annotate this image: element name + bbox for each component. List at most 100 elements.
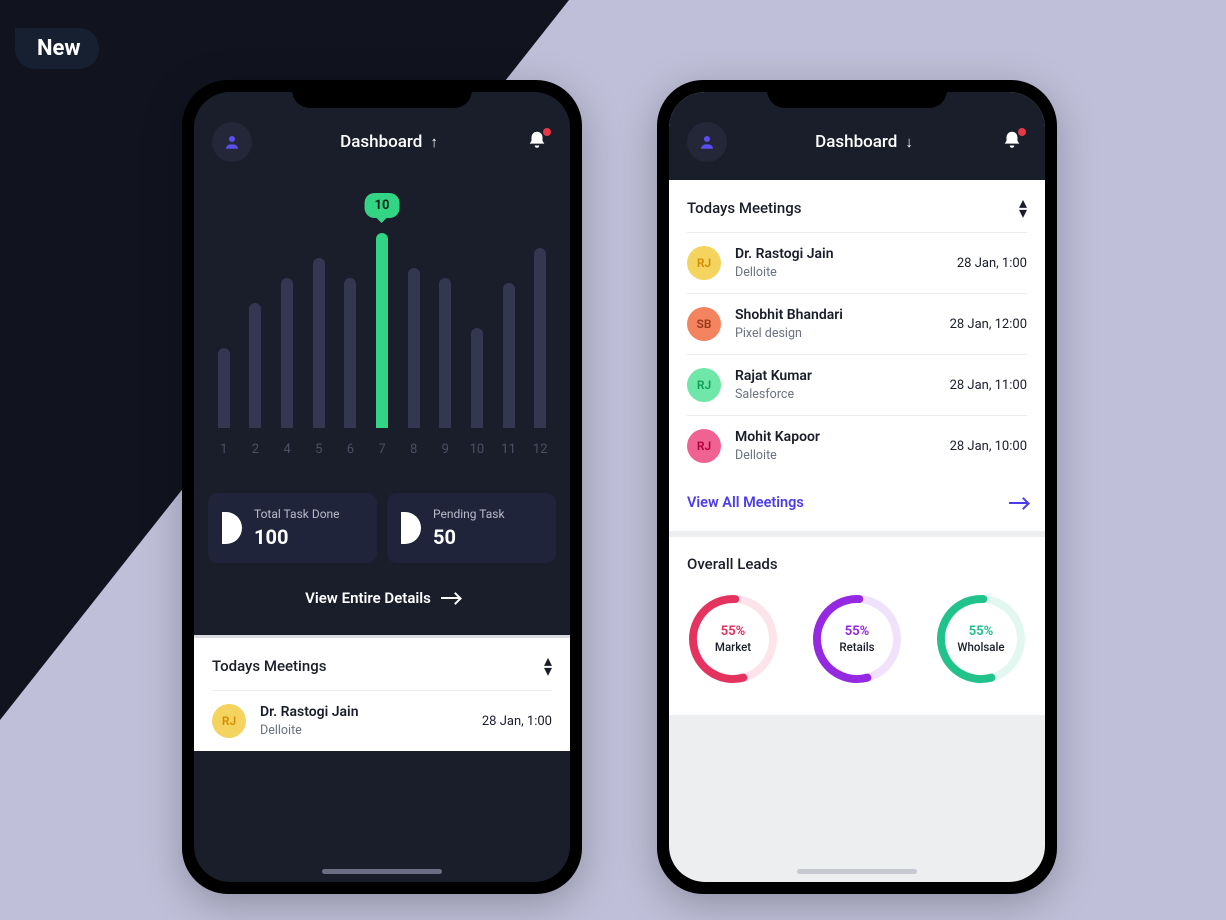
notifications-button[interactable] bbox=[526, 129, 552, 155]
meeting-row[interactable]: SB Shobhit Bhandari Pixel design 28 Jan, 12… bbox=[687, 293, 1027, 354]
profile-button[interactable] bbox=[212, 122, 252, 162]
chart-bar[interactable] bbox=[218, 348, 230, 428]
chart-bar[interactable] bbox=[534, 248, 546, 428]
view-entire-details-button[interactable]: View Entire Details bbox=[194, 563, 570, 635]
chart-x-label: 11 bbox=[493, 442, 525, 457]
meeting-time: 28 Jan, 11:00 bbox=[950, 378, 1027, 393]
home-indicator[interactable] bbox=[797, 869, 917, 874]
phone-mock-left: Dashboard ↑ 10 12456789101112 Total Task… bbox=[182, 80, 582, 894]
avatar: RJ bbox=[687, 368, 721, 402]
chart-x-label: 10 bbox=[461, 442, 493, 457]
stat-pending[interactable]: Pending Task 50 bbox=[387, 493, 556, 563]
page-title: Dashboard bbox=[815, 132, 897, 152]
chart-x-label: 6 bbox=[335, 442, 367, 457]
meeting-name: Dr. Rastogi Jain bbox=[260, 704, 468, 720]
meeting-row[interactable]: RJ Rajat Kumar Salesforce 28 Jan, 11:00 bbox=[687, 354, 1027, 415]
arrow-right-icon bbox=[441, 597, 459, 599]
stat-label: Pending Task bbox=[433, 507, 505, 521]
chart-x-label: 4 bbox=[271, 442, 303, 457]
half-moon-icon bbox=[401, 512, 421, 544]
chart-bar[interactable] bbox=[281, 278, 293, 428]
meeting-info: Rajat Kumar Salesforce bbox=[735, 368, 936, 402]
chart-x-label: 1 bbox=[208, 442, 240, 457]
user-icon bbox=[698, 133, 716, 151]
screen-right: Dashboard ↓ Todays Meetings ▴▾ RJDr. Ras… bbox=[669, 92, 1045, 882]
stat-total-done[interactable]: Total Task Done 100 bbox=[208, 493, 377, 563]
sort-icon[interactable]: ▴▾ bbox=[544, 656, 552, 676]
chart-bar[interactable] bbox=[503, 283, 515, 428]
meeting-name: Rajat Kumar bbox=[735, 368, 936, 384]
lead-donut[interactable]: 55%Retails bbox=[811, 593, 903, 685]
avatar: RJ bbox=[212, 704, 246, 738]
meeting-name: Shobhit Bhandari bbox=[735, 307, 936, 323]
avatar: RJ bbox=[687, 429, 721, 463]
view-all-meetings-button[interactable]: View All Meetings bbox=[669, 476, 1045, 531]
meeting-company: Delloite bbox=[735, 265, 943, 280]
chart-x-label: 5 bbox=[303, 442, 335, 457]
chart-bar[interactable]: 10 bbox=[376, 233, 388, 428]
meeting-info: Shobhit Bhandari Pixel design bbox=[735, 307, 936, 341]
avatar: RJ bbox=[687, 246, 721, 280]
chart-bar[interactable] bbox=[408, 268, 420, 428]
home-indicator[interactable] bbox=[322, 869, 442, 874]
meetings-title: Todays Meetings bbox=[212, 657, 326, 675]
half-moon-icon bbox=[222, 512, 242, 544]
chart-x-label: 8 bbox=[398, 442, 430, 457]
stat-value: 50 bbox=[433, 525, 505, 549]
chart-x-label: 7 bbox=[366, 442, 398, 457]
profile-button[interactable] bbox=[687, 122, 727, 162]
meeting-company: Delloite bbox=[735, 448, 936, 463]
meeting-company: Salesforce bbox=[735, 387, 936, 402]
chart-bar[interactable] bbox=[344, 278, 356, 428]
meeting-info: Dr. Rastogi JainDelloite bbox=[735, 246, 943, 280]
arrow-up-icon: ↑ bbox=[430, 133, 438, 151]
meeting-row[interactable]: RJ Mohit Kapoor Delloite 28 Jan, 10:00 bbox=[687, 415, 1027, 476]
view-details-label: View Entire Details bbox=[305, 589, 431, 607]
page-title: Dashboard bbox=[340, 132, 422, 152]
leads-card: Overall Leads 55%Market 55%Retails 55%Whol… bbox=[669, 537, 1045, 715]
chart-bar[interactable] bbox=[249, 303, 261, 428]
chart-bar[interactable] bbox=[471, 328, 483, 428]
page-title-row[interactable]: Dashboard ↑ bbox=[340, 132, 438, 152]
phone-notch bbox=[292, 80, 472, 108]
meeting-time: 28 Jan, 1:00 bbox=[957, 256, 1027, 271]
meeting-time: 28 Jan, 10:00 bbox=[950, 439, 1027, 454]
screen-left: Dashboard ↑ 10 12456789101112 Total Task… bbox=[194, 92, 570, 882]
meetings-card: Todays Meetings ▴▾ RJ Dr. Rastogi Jain Del… bbox=[194, 635, 570, 751]
notifications-button[interactable] bbox=[1001, 129, 1027, 155]
stat-label: Total Task Done bbox=[254, 507, 340, 521]
page-title-row[interactable]: Dashboard ↓ bbox=[815, 132, 913, 152]
lead-donut[interactable]: 55%Market bbox=[687, 593, 779, 685]
stats-row: Total Task Done 100 Pending Task 50 bbox=[194, 461, 570, 563]
meeting-company: Delloite bbox=[260, 723, 468, 738]
chart-x-label: 2 bbox=[240, 442, 272, 457]
meeting-info: Mohit Kapoor Delloite bbox=[735, 429, 936, 463]
notification-dot bbox=[1018, 128, 1026, 136]
chart-x-label: 12 bbox=[524, 442, 556, 457]
user-icon bbox=[223, 133, 241, 151]
phone-notch bbox=[767, 80, 947, 108]
task-bar-chart: 10 12456789101112 bbox=[194, 180, 570, 461]
chart-x-label: 9 bbox=[429, 442, 461, 457]
meeting-row[interactable]: RJ Dr. Rastogi JainDelloite 28 Jan, 1:00 bbox=[687, 232, 1027, 293]
chart-bar[interactable] bbox=[439, 278, 451, 428]
leads-title: Overall Leads bbox=[687, 555, 1027, 573]
stat-value: 100 bbox=[254, 525, 340, 549]
meetings-card: Todays Meetings ▴▾ RJDr. Rastogi JainDel… bbox=[669, 180, 1045, 531]
meeting-time: 28 Jan, 1:00 bbox=[482, 714, 552, 729]
chart-bar[interactable] bbox=[313, 258, 325, 428]
avatar: SB bbox=[687, 307, 721, 341]
lead-donut[interactable]: 55%Wholsale bbox=[935, 593, 1027, 685]
sort-icon[interactable]: ▴▾ bbox=[1019, 198, 1027, 218]
chart-tooltip: 10 bbox=[365, 193, 400, 218]
meeting-company: Pixel design bbox=[735, 326, 936, 341]
arrow-down-icon: ↓ bbox=[905, 133, 913, 151]
view-all-label: View All Meetings bbox=[687, 494, 804, 511]
arrow-right-icon bbox=[1009, 502, 1027, 504]
notification-dot bbox=[543, 128, 551, 136]
meeting-name: Mohit Kapoor bbox=[735, 429, 936, 445]
new-badge: New bbox=[15, 28, 99, 69]
meeting-row[interactable]: RJ Dr. Rastogi Jain Delloite 28 Jan, 1:00 bbox=[212, 690, 552, 751]
phone-mock-right: Dashboard ↓ Todays Meetings ▴▾ RJDr. Ras… bbox=[657, 80, 1057, 894]
meeting-time: 28 Jan, 12:00 bbox=[950, 317, 1027, 332]
